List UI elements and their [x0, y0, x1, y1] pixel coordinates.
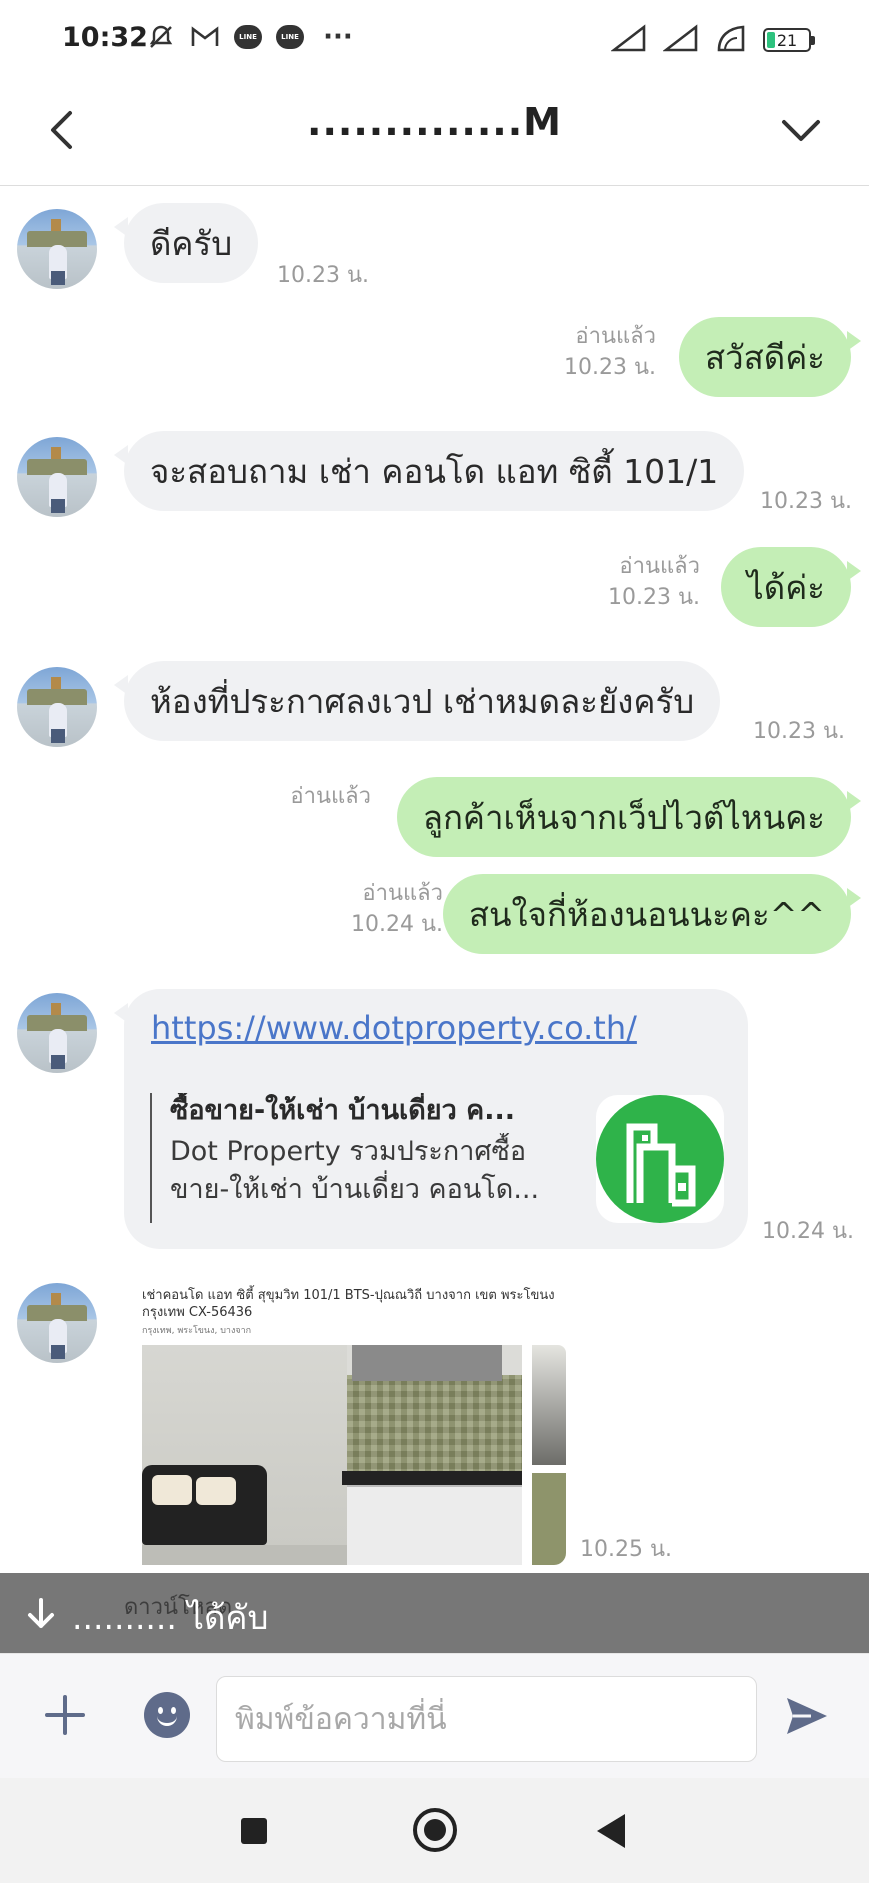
emoji-button[interactable] [144, 1692, 190, 1738]
read-receipt: อ่านแล้ว [290, 784, 371, 809]
wifi-icon [715, 24, 747, 56]
notification-icons: LINE LINE ··· [146, 22, 358, 52]
status-time: 10:32 [62, 22, 148, 53]
message-incoming: ดีครับ 10.23 น. [0, 203, 869, 293]
arrow-down-icon [26, 1597, 56, 1631]
gmail-icon [190, 22, 220, 52]
new-message-bar[interactable]: ดาวน์โหลด .......... ได้คับ [0, 1573, 869, 1653]
recents-button[interactable] [241, 1818, 267, 1844]
chat-title: ..............M [307, 100, 562, 144]
link-card[interactable]: https://www.dotproperty.co.th/ ซื้อขาย-ใ… [114, 989, 748, 1249]
link-url[interactable]: https://www.dotproperty.co.th/ [151, 1009, 637, 1047]
more-dots-icon: ··· [323, 22, 353, 52]
chat-header: ..............M [0, 78, 869, 186]
message-input[interactable] [216, 1676, 757, 1762]
message-meta: อ่านแล้ว 10.23 น. [564, 321, 656, 383]
status-bar: 10:32 LINE LINE ··· 21 [0, 0, 869, 78]
chevron-down-icon [782, 120, 820, 141]
new-message-preview: .......... ได้คับ [72, 1598, 269, 1637]
message-image: เช่าคอนโด แอท ซิตี้ สุขุมวิท 101/1 BTS-ป… [0, 1281, 869, 1573]
plus-icon [45, 1695, 85, 1735]
room-photo [142, 1345, 522, 1565]
send-icon [787, 1698, 827, 1734]
link-title: ซื้อขาย-ให้เช่า บ้านเดี่ยว ค... [170, 1095, 516, 1126]
add-attachment-button[interactable] [40, 1690, 90, 1740]
room-photo-thumb [532, 1473, 566, 1565]
chat-list[interactable]: ดีครับ 10.23 น. อ่านแล้ว 10.23 น. สวัสดี… [0, 187, 869, 1573]
message-input-bar [0, 1653, 869, 1778]
message-bubble[interactable]: ห้องที่ประกาศลงเวป เช่าหมดละยังครับ [113, 661, 721, 741]
signal-icon [662, 24, 699, 56]
message-bubble[interactable]: ได้ค่ะ [721, 547, 861, 627]
signal-icon [610, 24, 647, 56]
system-icons: 21 [610, 24, 815, 56]
message-time: 10.23 น. [563, 355, 656, 380]
link-description: Dot Property รวมประกาศซื้อขาย-ให้เช่า บ้… [170, 1136, 540, 1205]
message-time: 10.23 น. [760, 489, 853, 514]
message-time: 10.23 น. [753, 719, 846, 744]
read-receipt: อ่านแล้ว [362, 881, 443, 906]
message-incoming: ห้องที่ประกาศลงเวป เช่าหมดละยังครับ 10.2… [0, 661, 869, 751]
image-location: กรุงเทพ, พระโขนง, บางจาก [142, 1326, 252, 1336]
send-button[interactable] [783, 1692, 831, 1740]
line-icon: LINE [234, 25, 262, 49]
message-link: https://www.dotproperty.co.th/ ซื้อขาย-ใ… [0, 989, 869, 1259]
menu-dropdown-button[interactable] [773, 102, 829, 158]
read-receipt: อ่านแล้ว [619, 554, 700, 579]
battery-icon: 21 [763, 28, 815, 52]
avatar[interactable] [17, 993, 97, 1073]
message-bubble[interactable]: สวัสดีค่ะ [678, 317, 862, 397]
shared-image[interactable]: เช่าคอนโด แอท ซิตี้ สุขุมวิท 101/1 BTS-ป… [138, 1281, 570, 1566]
avatar[interactable] [17, 667, 97, 747]
message-outgoing: อ่านแล้ว 10.23 น. สวัสดีค่ะ [0, 317, 869, 402]
message-time: 10.23 น. [607, 585, 700, 610]
message-outgoing: อ่านแล้ว 10.23 น. ได้ค่ะ [0, 547, 869, 632]
home-button[interactable] [413, 1808, 457, 1852]
avatar[interactable] [17, 437, 97, 517]
read-receipt: อ่านแล้ว [575, 324, 656, 349]
avatar[interactable] [17, 1283, 97, 1363]
message-time: 10.23 น. [277, 263, 370, 288]
message-meta: อ่านแล้ว [290, 781, 371, 812]
battery-level: 21 [776, 30, 798, 50]
message-outgoing: อ่านแล้ว 10.24 น. สนใจกี่ห้องนอนนะคะ^^ [0, 874, 869, 959]
avatar[interactable] [17, 209, 97, 289]
room-photo-thumb [532, 1345, 566, 1465]
message-bubble[interactable]: จะสอบถาม เช่า คอนโด แอท ซิตี้ 101/1 [113, 431, 745, 511]
dotproperty-logo [596, 1095, 724, 1223]
message-incoming: จะสอบถาม เช่า คอนโด แอท ซิตี้ 101/1 10.2… [0, 431, 869, 521]
mute-icon [146, 22, 176, 52]
line-icon: LINE [276, 25, 304, 49]
message-bubble[interactable]: สนใจกี่ห้องนอนนะคะ^^ [442, 874, 862, 954]
message-meta: อ่านแล้ว 10.23 น. [608, 551, 700, 613]
image-caption: เช่าคอนโด แอท ซิตี้ สุขุมวิท 101/1 BTS-ป… [142, 1288, 555, 1320]
message-bubble[interactable]: ลูกค้าเห็นจากเว็ปไวต์ไหนคะ [396, 777, 862, 857]
emoji-icon [158, 1707, 163, 1714]
back-nav-button[interactable] [597, 1814, 625, 1848]
message-bubble[interactable]: ดีครับ [113, 203, 259, 283]
message-time: 10.24 น. [762, 1219, 855, 1244]
message-meta: อ่านแล้ว 10.24 น. [351, 878, 443, 940]
message-time: 10.25 น. [580, 1537, 673, 1562]
message-outgoing: อ่านแล้ว ลูกค้าเห็นจากเว็ปไวต์ไหนคะ [0, 777, 869, 862]
message-time: 10.24 น. [350, 912, 443, 937]
system-nav-bar [0, 1778, 869, 1883]
link-preview[interactable]: ซื้อขาย-ให้เช่า บ้านเดี่ยว ค... Dot Prop… [150, 1093, 560, 1223]
